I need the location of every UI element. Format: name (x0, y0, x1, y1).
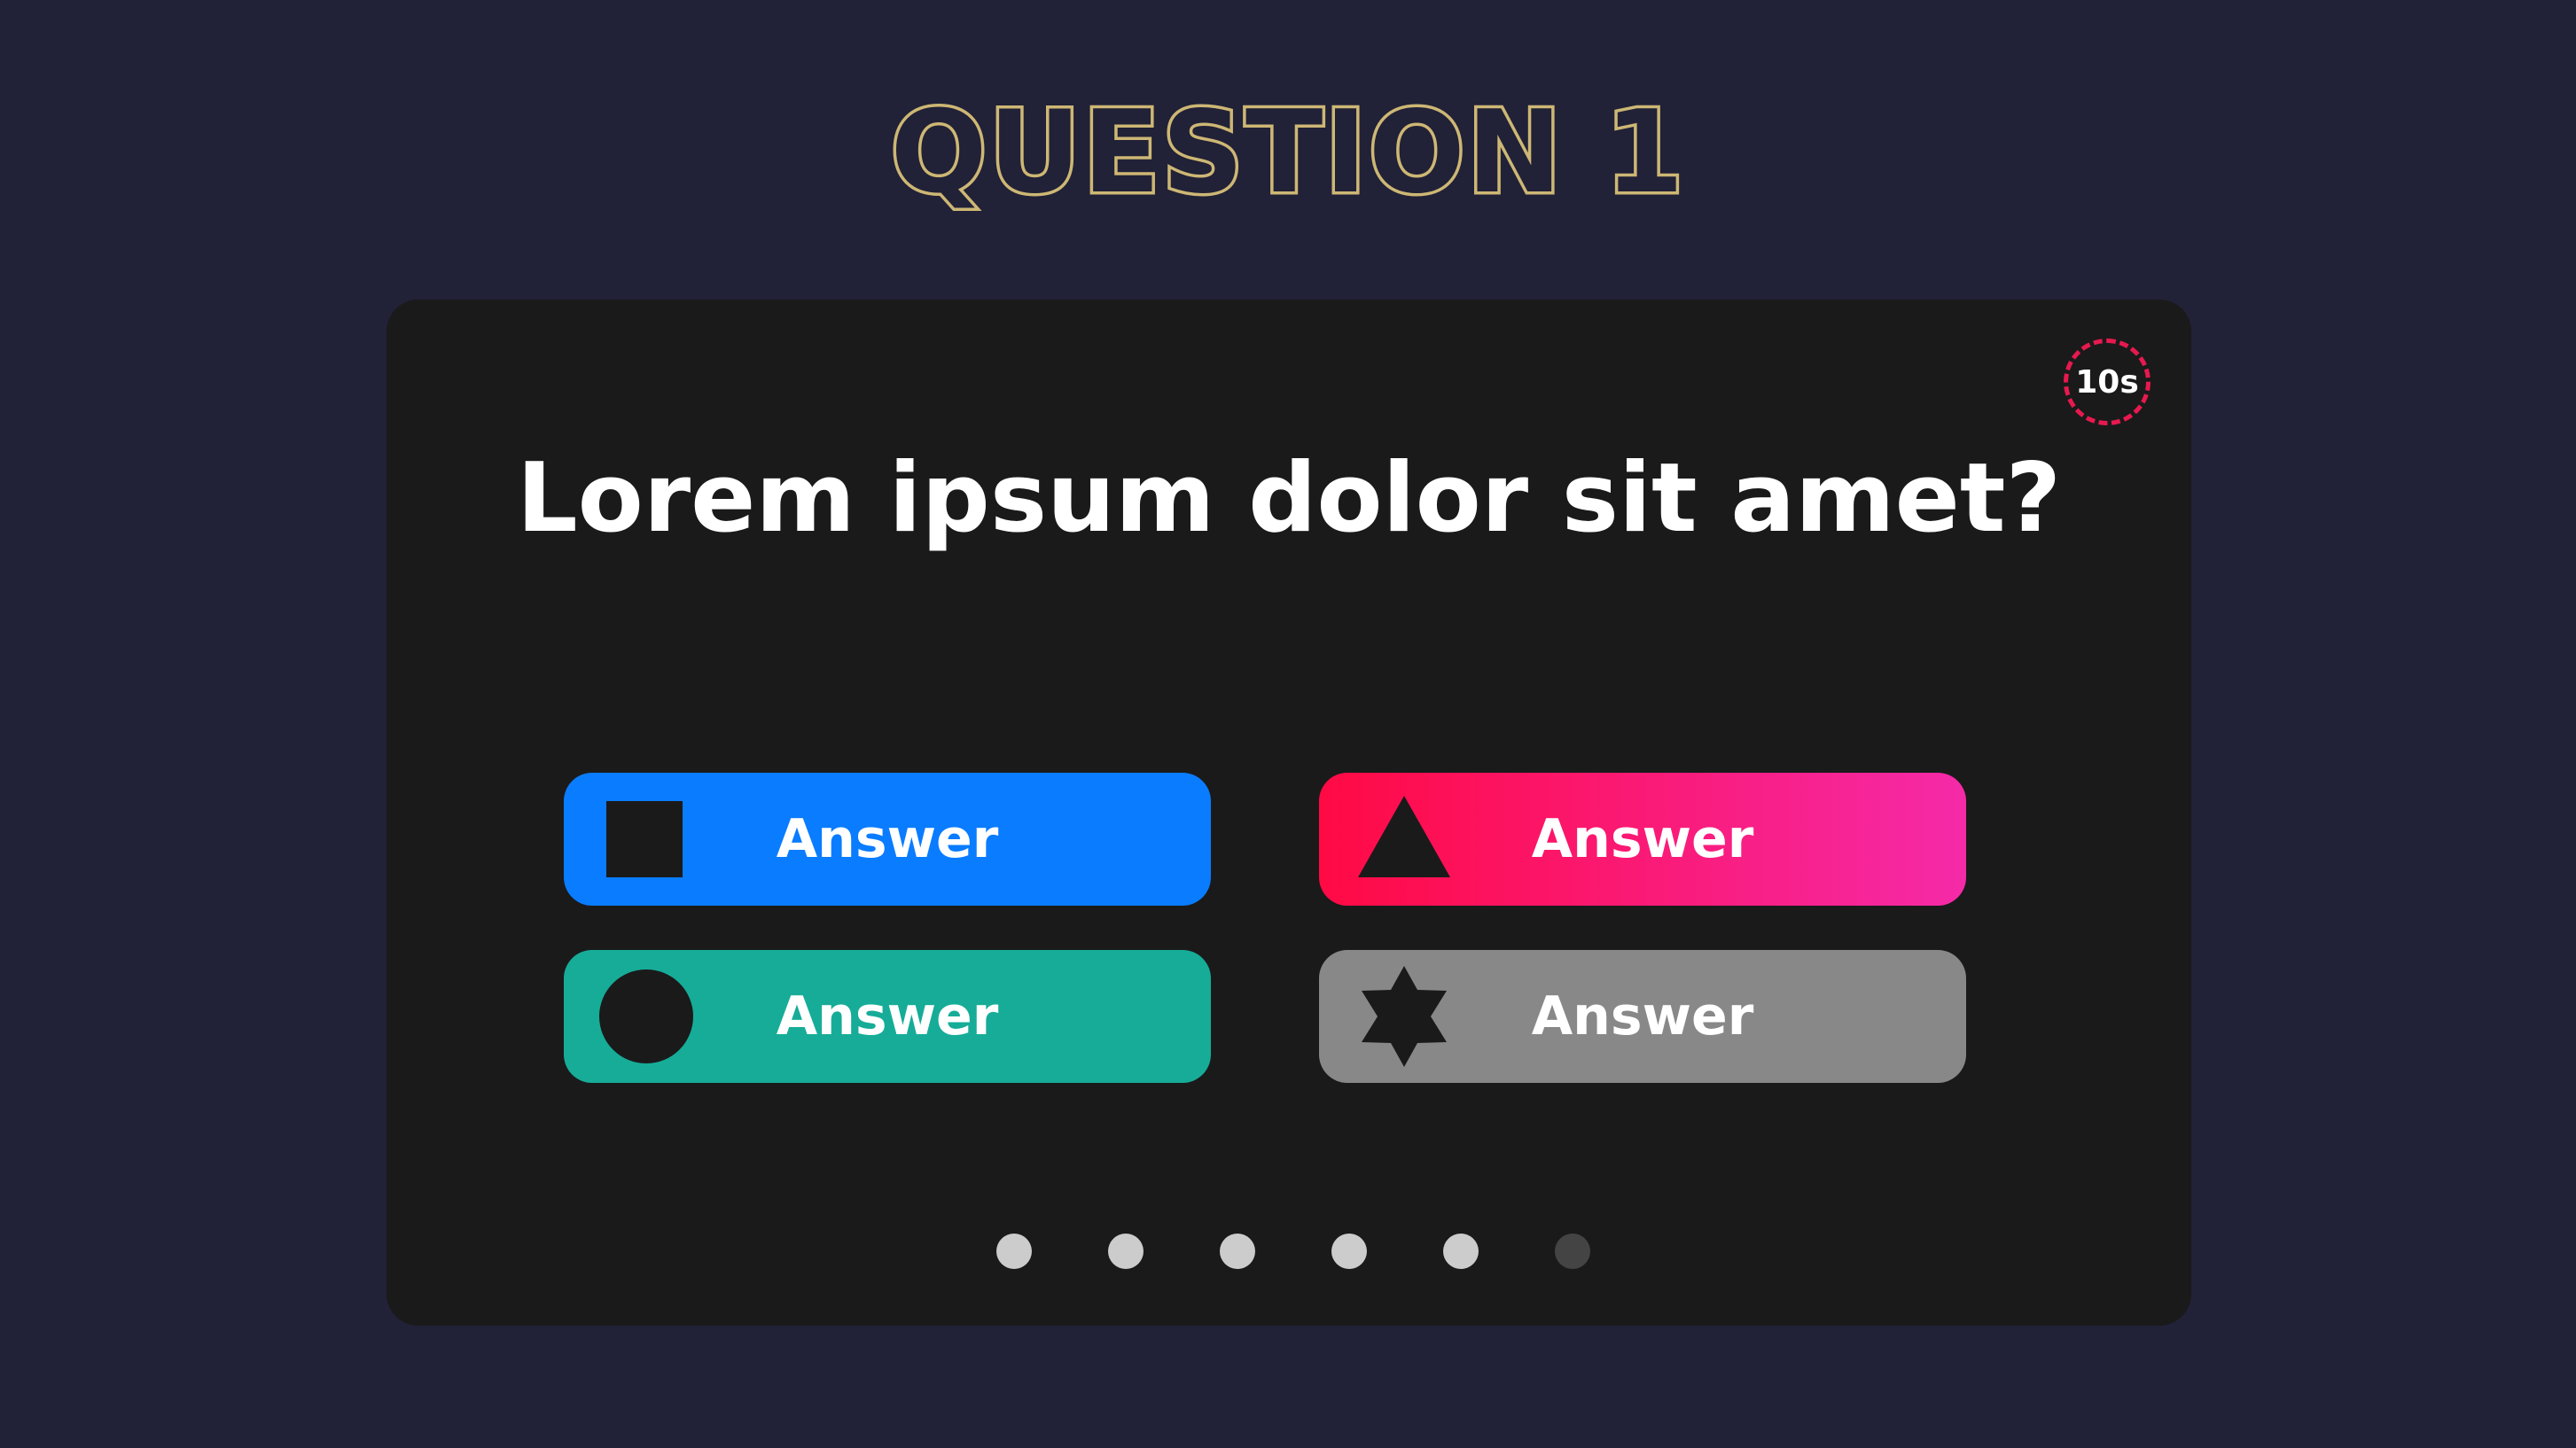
answer-button-1[interactable]: Answer (564, 773, 1211, 906)
progress-dot (996, 1234, 1032, 1269)
progress-dot (1220, 1234, 1255, 1269)
question-card: 10s Lorem ipsum dolor sit amet? Answer A… (386, 300, 2191, 1326)
progress-dot (1555, 1234, 1590, 1269)
timer-label: 10s (2075, 363, 2139, 401)
progress-dot (1108, 1234, 1144, 1269)
answer-button-2[interactable]: Answer (1319, 773, 1966, 906)
progress-dot (1443, 1234, 1479, 1269)
progress-dot (1331, 1234, 1367, 1269)
answer-label: Answer (776, 985, 999, 1047)
answer-label: Answer (1531, 808, 1754, 870)
countdown-timer: 10s (2064, 339, 2151, 425)
answer-label: Answer (776, 808, 999, 870)
answer-label: Answer (1531, 985, 1754, 1047)
question-text: Lorem ipsum dolor sit amet? (516, 443, 2062, 554)
question-heading: QUESTION 1 (887, 87, 1687, 219)
answer-button-4[interactable]: Answer (1319, 950, 1966, 1083)
answer-button-3[interactable]: Answer (564, 950, 1211, 1083)
progress-dots (386, 1234, 2191, 1269)
